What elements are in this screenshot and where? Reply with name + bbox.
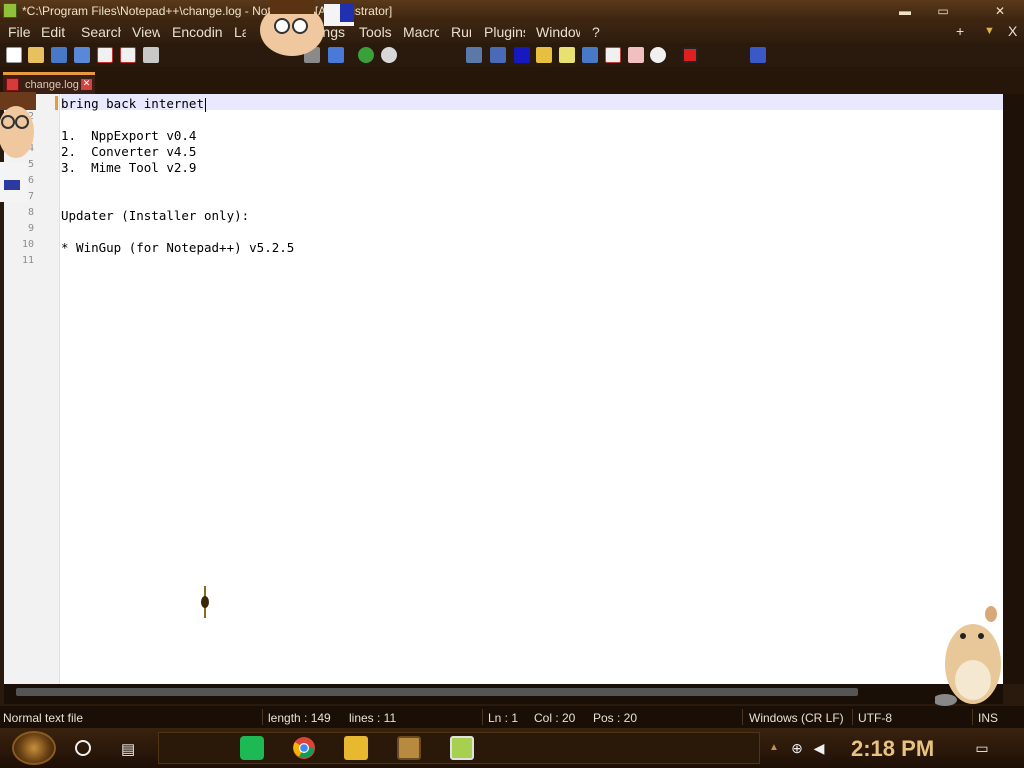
status-file-type: Normal text file [3,711,84,725]
menu-tools[interactable]: Tools [359,24,392,40]
line-number: 10 [21,239,34,250]
menu-window[interactable]: Window [536,24,580,40]
tab-label: change.log [25,79,79,91]
user-language-icon[interactable] [559,47,575,63]
tab-list-dropdown-button[interactable]: ▼ [984,25,995,37]
macro-run-multiple-icon[interactable] [750,47,766,63]
zoom-out-icon[interactable] [381,47,397,63]
status-length: length : 149 [268,711,331,725]
chrome-icon[interactable] [292,736,316,760]
cartoon-man-decoration [0,92,36,202]
taskbar-clock[interactable]: 2:18 PM [851,736,934,762]
status-insert-mode[interactable]: INS [978,711,998,725]
status-encoding[interactable]: UTF-8 [858,711,892,725]
editor-area[interactable]: 1 2 3 4 5 6 7 8 9 10 11 bring back inter… [4,94,1003,684]
monitoring-eye-icon[interactable] [650,47,666,63]
code-line-10: * WinGup (for Notepad++) v5.2.5 [61,240,295,255]
function-list-icon[interactable] [605,47,621,63]
print-icon[interactable] [143,47,159,63]
status-position: Pos : 20 [593,711,638,725]
text-caret [205,97,206,112]
line-number: 11 [21,255,34,266]
toolbar [0,43,1024,67]
zoom-in-icon[interactable] [358,47,374,63]
minimize-button[interactable]: ▬ [890,3,920,19]
status-separator [742,709,743,725]
close-all-icon[interactable] [120,47,136,63]
start-button[interactable] [12,731,56,765]
new-file-icon[interactable] [6,47,22,63]
horizontal-scroll-thumb[interactable] [16,688,858,696]
new-tab-plus-button[interactable]: + [956,23,964,39]
action-center-icon[interactable]: ▭ [974,740,990,756]
menu-edit[interactable]: Edit [41,24,65,40]
status-lines: lines : 11 [349,711,397,725]
status-separator [972,709,973,725]
code-line-4: 2. Converter v4.5 [61,144,197,159]
game-app-icon[interactable] [397,736,421,760]
folder-as-workspace-icon[interactable] [628,47,644,63]
status-eol-format[interactable]: Windows (CR LF) [749,711,844,725]
task-view-icon[interactable]: ▤ [121,740,139,758]
tray-chevron-icon[interactable]: ▲ [766,740,782,756]
status-bar: Normal text file length : 149 lines : 11… [0,706,1024,728]
close-button[interactable]: ✕ [982,3,1018,19]
menu-macro[interactable]: Macro [403,24,439,40]
menu-run[interactable]: Run [451,24,471,40]
maximize-button[interactable]: ▭ [928,3,958,19]
save-all-icon[interactable] [74,47,90,63]
status-separator [482,709,483,725]
file-explorer-icon[interactable] [344,736,368,760]
tab-change-log[interactable]: change.log ✕ [3,72,95,94]
cortana-search-icon[interactable] [75,740,91,756]
lamp-cursor-icon [201,586,209,618]
code-line-5: 3. Mime Tool v2.9 [61,160,197,175]
menu-search[interactable]: Search [81,24,121,40]
show-all-characters-icon[interactable] [514,47,530,63]
menu-bar: File Edit Search View Encoding Language … [0,22,1024,43]
notepadpp-app-icon [3,3,17,18]
menu-help[interactable]: ? [592,24,600,40]
open-file-icon[interactable] [28,47,44,63]
status-separator [852,709,853,725]
indent-guide-icon[interactable] [536,47,552,63]
status-line-number: Ln : 1 [488,711,519,725]
macro-record-icon[interactable] [682,47,698,63]
close-document-button[interactable]: X [1008,23,1017,39]
notepadpp-taskbar-icon[interactable] [450,736,474,760]
menu-encoding[interactable]: Encoding [172,24,222,40]
unsaved-file-icon [6,78,19,91]
change-history-marker [55,96,58,110]
line-number: 9 [27,223,34,234]
vertical-scrollbar[interactable] [1003,94,1024,684]
menu-language[interactable]: Language [234,24,246,40]
code-line-1: bring back internet [61,96,206,112]
code-line-8: Updater (Installer only): [61,208,250,223]
spreadsheet-app-icon[interactable] [240,736,264,760]
title-bar: *C:\Program Files\Notepad++\change.log -… [0,0,1024,22]
menu-plugins[interactable]: Plugins [484,24,525,40]
line-number: 8 [27,207,34,218]
tab-close-button[interactable]: ✕ [81,79,92,90]
close-file-icon[interactable] [97,47,113,63]
hamster-decoration [935,606,1001,706]
code-line-text: bring back internet [61,96,204,111]
status-separator [262,709,263,725]
word-wrap-icon[interactable] [490,47,506,63]
cartoon-face-decoration [260,0,354,56]
code-line-3: 1. NppExport v0.4 [61,128,197,143]
network-globe-icon[interactable]: ⊕ [789,740,805,756]
status-column: Col : 20 [534,711,576,725]
menu-file[interactable]: File [8,24,31,40]
tab-strip: change.log ✕ [0,67,1024,94]
taskbar: ▤ ▲ ⊕ ◀ 2:18 PM ▭ [0,728,1024,768]
menu-view[interactable]: View [132,24,160,40]
document-map-icon[interactable] [582,47,598,63]
horizontal-scrollbar[interactable] [4,684,1003,704]
volume-muted-icon[interactable]: ◀ [811,740,827,756]
sync-scroll-icon[interactable] [466,47,482,63]
save-icon[interactable] [51,47,67,63]
